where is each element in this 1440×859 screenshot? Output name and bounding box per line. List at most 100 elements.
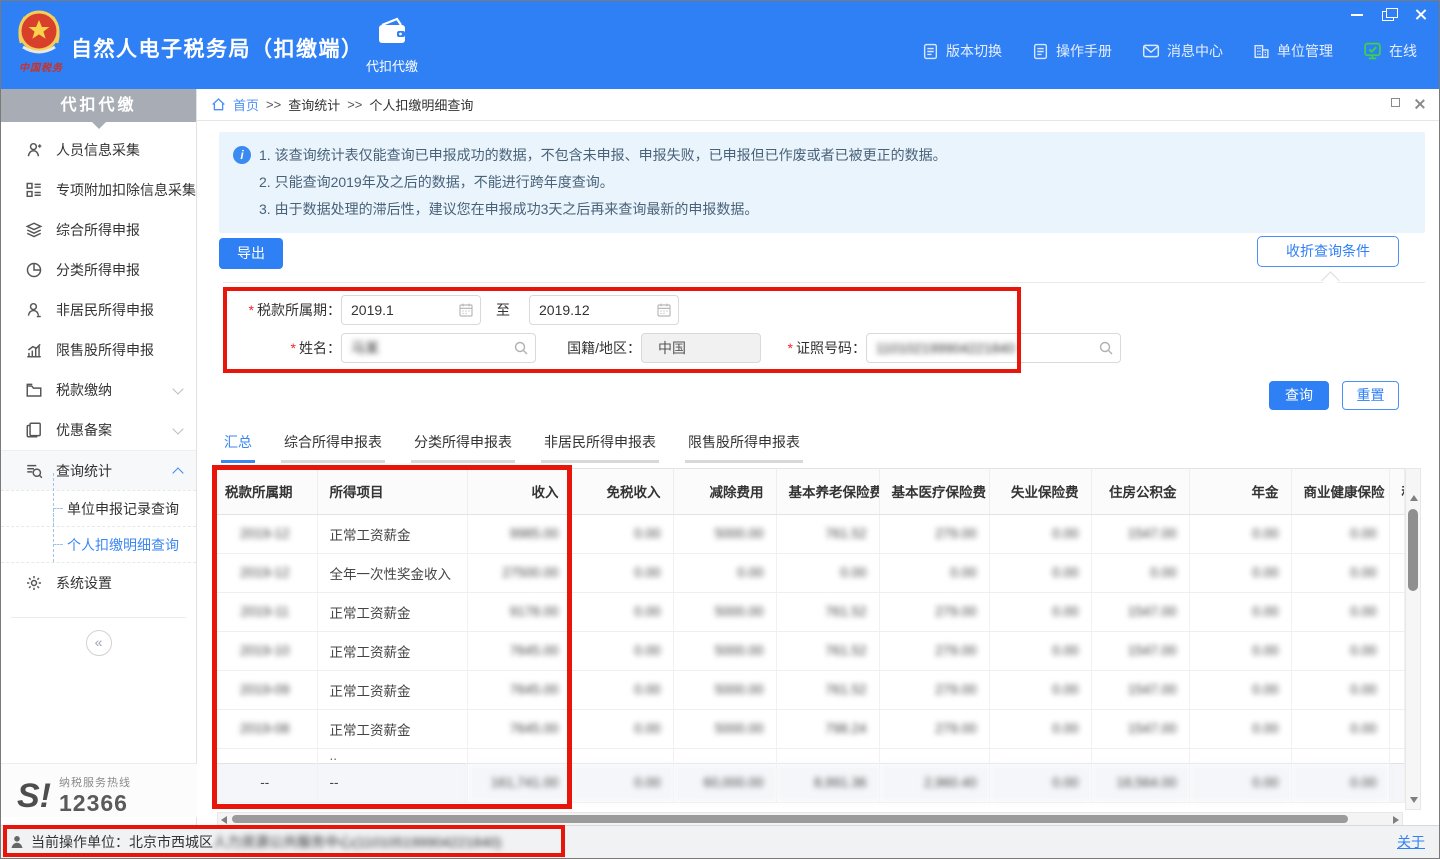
menu-manual[interactable]: 操作手册 <box>1032 41 1112 61</box>
column-header[interactable]: 减除费用 <box>673 469 776 514</box>
bar-chart-icon <box>25 341 43 359</box>
table-cell: 9985.00 <box>467 514 571 553</box>
column-header[interactable]: 商业健康保险 <box>1291 469 1389 514</box>
table-cell: 0.00 <box>989 514 1091 553</box>
layers-icon <box>25 221 43 239</box>
scroll-down-arrow[interactable] <box>1410 797 1418 803</box>
column-header[interactable]: 税 <box>1389 469 1405 514</box>
table-cell <box>1291 748 1389 763</box>
table-cell: 5000.00 <box>673 631 776 670</box>
checklist-icon <box>25 181 43 199</box>
tab-classified-income[interactable]: 分类所得申报表 <box>411 426 515 463</box>
sidebar-item-system-settings[interactable]: 系统设置 <box>1 563 196 603</box>
sidebar-item-label: 专项附加扣除信息采集 <box>56 180 196 200</box>
sidebar-item-label: 优惠备案 <box>56 420 174 440</box>
restore-button[interactable] <box>1381 7 1397 21</box>
submenu-item-unit-declaration-query[interactable]: 单位申报记录查询 <box>1 490 196 526</box>
window-controls <box>1349 7 1429 21</box>
page-maximize-icon[interactable] <box>1391 98 1400 107</box>
table-cell <box>673 748 776 763</box>
hotline-block: S! 纳税服务热线 12366 <box>1 763 197 817</box>
column-header[interactable]: 基本医疗保险费 <box>879 469 989 514</box>
menu-version-switch[interactable]: 版本切换 <box>922 41 1002 61</box>
column-header[interactable]: 税款所属期 <box>213 469 317 514</box>
scroll-left-arrow[interactable] <box>221 816 227 824</box>
calendar-icon[interactable] <box>656 302 672 318</box>
id-number-field[interactable]: 110102199904221840 <box>866 333 1121 363</box>
sidebar-item-tax-payment[interactable]: 税款缴纳 <box>1 370 196 410</box>
calendar-icon[interactable] <box>458 302 474 318</box>
sidebar-item-comprehensive-income[interactable]: 综合所得申报 <box>1 210 196 250</box>
vertical-scroll-thumb[interactable] <box>1408 509 1418 591</box>
sidebar-collapse-button[interactable]: « <box>86 630 112 656</box>
home-icon[interactable] <box>211 97 226 112</box>
sidebar-item-preferential-filing[interactable]: 优惠备案 <box>1 410 196 450</box>
reset-button[interactable]: 重置 <box>1342 381 1399 410</box>
scroll-up-arrow[interactable] <box>1410 495 1418 501</box>
table-cell: 0.00 <box>1189 592 1291 631</box>
close-button[interactable] <box>1413 7 1429 21</box>
menu-message-center[interactable]: 消息中心 <box>1142 41 1223 61</box>
sidebar-item-special-deduction[interactable]: 专项附加扣除信息采集 <box>1 170 196 210</box>
vertical-scrollbar[interactable] <box>1405 468 1421 810</box>
table-cell: 279.00 <box>879 631 989 670</box>
table-cell: 0.00 <box>1291 709 1389 748</box>
tab-comprehensive-income[interactable]: 综合所得申报表 <box>281 426 385 463</box>
table-cell: 0.00 <box>1291 631 1389 670</box>
period-from-field[interactable]: 2019.1 <box>341 295 481 325</box>
column-header[interactable]: 免税收入 <box>571 469 673 514</box>
app-title: 自然人电子税务局（扣缴端） <box>71 33 364 63</box>
table-cell: 正常工资薪金 <box>317 670 467 709</box>
period-to-field[interactable]: 2019.12 <box>529 295 679 325</box>
table-row: 2019-10正常工资薪金7645.000.005000.00761.52279… <box>213 631 1405 670</box>
column-header[interactable]: 收入 <box>467 469 571 514</box>
search-icon[interactable] <box>513 340 529 356</box>
minimize-button[interactable] <box>1349 7 1365 21</box>
column-header[interactable]: 住房公积金 <box>1091 469 1189 514</box>
horizontal-scrollbar[interactable] <box>217 812 1403 826</box>
hotline-number: 12366 <box>59 790 131 817</box>
column-header[interactable]: 所得项目 <box>317 469 467 514</box>
breadcrumb-separator: >> <box>266 97 281 112</box>
table-cell: 1547.00 <box>1091 592 1189 631</box>
table-cell: -- <box>213 763 317 802</box>
sidebar-item-query-statistics[interactable]: 查询统计 <box>1 450 196 490</box>
query-button[interactable]: 查询 <box>1269 381 1329 410</box>
search-list-icon <box>25 462 43 480</box>
gear-icon <box>25 574 43 592</box>
collapse-conditions-button[interactable]: 收折查询条件 <box>1257 236 1399 267</box>
table-row: 2019-08正常工资薪金7645.000.005000.00798.24279… <box>213 709 1405 748</box>
sidebar-item-personnel-info[interactable]: 人员信息采集 <box>1 130 196 170</box>
sidebar-item-nonresident-income[interactable]: 非居民所得申报 <box>1 290 196 330</box>
panel-divider <box>223 282 1425 283</box>
sidebar-item-restricted-stock[interactable]: 限售股所得申报 <box>1 330 196 370</box>
document-icon <box>1032 43 1049 60</box>
table-cell: 279.00 <box>879 709 989 748</box>
chevron-down-icon <box>172 383 183 394</box>
column-header[interactable]: 基本养老保险费 <box>776 469 879 514</box>
export-button[interactable]: 导出 <box>219 238 283 269</box>
column-header[interactable]: 失业保险费 <box>989 469 1091 514</box>
tab-summary[interactable]: 汇总 <box>221 426 255 463</box>
name-field[interactable]: 马某 <box>341 333 536 363</box>
tab-restricted-stock[interactable]: 限售股所得申报表 <box>685 426 803 463</box>
about-link[interactable]: 关于 <box>1397 832 1425 852</box>
search-icon[interactable] <box>1098 340 1114 356</box>
sidebar-item-label: 非居民所得申报 <box>56 300 182 320</box>
sidebar-item-classified-income[interactable]: 分类所得申报 <box>1 250 196 290</box>
submenu-item-personal-withholding-query[interactable]: 个人扣缴明细查询 <box>1 526 196 562</box>
sidebar-item-label: 综合所得申报 <box>56 220 182 240</box>
scroll-right-arrow[interactable] <box>1393 816 1399 824</box>
breadcrumb-home[interactable]: 首页 <box>233 95 259 114</box>
column-header[interactable]: 年金 <box>1189 469 1291 514</box>
menu-unit-management[interactable]: 单位管理 <box>1253 41 1333 61</box>
online-status-icon <box>1363 42 1382 60</box>
module-tab-daikoudaijiao[interactable]: 代扣代缴 <box>349 17 435 75</box>
sidebar-item-label: 系统设置 <box>56 573 182 593</box>
menu-online-status[interactable]: 在线 <box>1363 41 1417 61</box>
page-close-icon[interactable] <box>1414 98 1425 109</box>
table-cell: 0.00 <box>1291 670 1389 709</box>
table-cell: 279.00 <box>879 514 989 553</box>
tab-nonresident-income[interactable]: 非居民所得申报表 <box>541 426 659 463</box>
horizontal-scroll-thumb[interactable] <box>232 815 1348 823</box>
